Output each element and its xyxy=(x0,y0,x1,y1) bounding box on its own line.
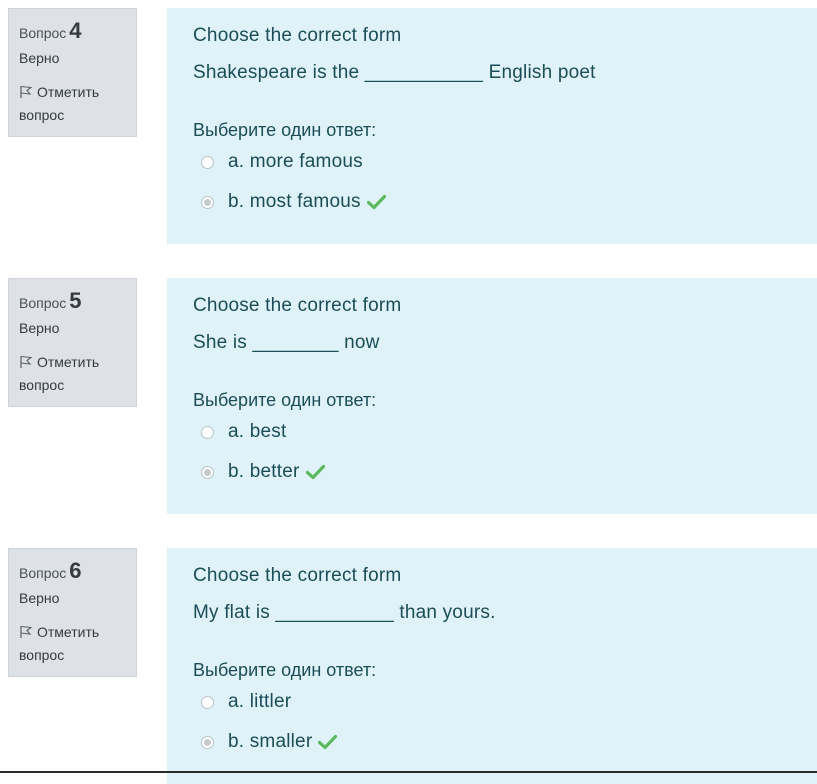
question-number: 5 xyxy=(69,288,82,313)
answer-option-a[interactable]: a. littler xyxy=(201,689,291,715)
answer-radio-a[interactable] xyxy=(201,695,214,709)
answer-radio-b[interactable] xyxy=(201,465,214,479)
answer-label-a[interactable]: a. littler xyxy=(228,691,291,713)
question-info: Вопрос 4 Верно Отметить вопрос xyxy=(8,8,137,137)
question-state: Верно xyxy=(19,590,60,606)
answer-radio-a[interactable] xyxy=(201,155,214,169)
answer-label-b[interactable]: b. most famous xyxy=(228,191,361,213)
answer-option-a[interactable]: a. more famous xyxy=(201,149,363,175)
question-title: Choose the correct form xyxy=(193,295,402,316)
question-info: Вопрос 5 Верно Отметить вопрос xyxy=(8,278,137,407)
answer-option-b[interactable]: b. better xyxy=(201,459,325,485)
question-text: My flat is ___________ than yours. xyxy=(193,602,496,623)
answer-label-a[interactable]: a. more famous xyxy=(228,151,363,173)
answer-radio-b[interactable] xyxy=(201,735,214,749)
flag-icon xyxy=(20,85,33,98)
flag-icon xyxy=(20,625,33,638)
question-title: Choose the correct form xyxy=(193,25,402,46)
question-number: 6 xyxy=(69,558,82,583)
flag-question-button[interactable]: Отметить вопрос xyxy=(19,81,119,127)
question-block: Вопрос 5 Верно Отметить вопрос Choose the… xyxy=(8,278,817,514)
question-label: Вопрос xyxy=(19,565,67,581)
answer-option-a[interactable]: a. best xyxy=(201,419,286,445)
question-number-line: Вопрос 4 xyxy=(19,17,126,45)
check-icon xyxy=(318,734,338,750)
flag-icon xyxy=(20,355,33,368)
question-block: Вопрос 4 Верно Отметить вопрос Choose the… xyxy=(8,8,817,244)
check-icon xyxy=(305,464,325,480)
answer-prompt: Выберите один ответ: xyxy=(193,660,377,680)
answer-prompt: Выберите один ответ: xyxy=(193,390,377,410)
answer-radio-b[interactable] xyxy=(201,195,214,209)
question-state: Верно xyxy=(19,320,60,336)
question-content: Choose the correct form She is ________ … xyxy=(167,278,817,514)
flag-question-button[interactable]: Отметить вопрос xyxy=(19,351,119,397)
question-number-line: Вопрос 6 xyxy=(19,557,126,585)
question-content: Choose the correct form My flat is _____… xyxy=(167,548,817,784)
question-content: Choose the correct form Shakespeare is t… xyxy=(167,8,817,244)
question-info: Вопрос 6 Верно Отметить вопрос xyxy=(8,548,137,677)
answer-label-b[interactable]: b. smaller xyxy=(228,731,312,753)
question-number: 4 xyxy=(69,18,82,43)
answer-radio-a[interactable] xyxy=(201,425,214,439)
check-icon xyxy=(366,194,386,210)
question-state: Верно xyxy=(19,50,60,66)
question-number-line: Вопрос 5 xyxy=(19,287,126,315)
question-title: Choose the correct form xyxy=(193,565,402,586)
question-block: Вопрос 6 Верно Отметить вопрос Choose the… xyxy=(8,548,817,784)
question-label: Вопрос xyxy=(19,295,67,311)
question-text: Shakespeare is the ___________ English p… xyxy=(193,62,596,83)
answer-label-b[interactable]: b. better xyxy=(228,461,300,483)
flag-question-button[interactable]: Отметить вопрос xyxy=(19,621,119,667)
answer-label-a[interactable]: a. best xyxy=(228,421,286,443)
answer-option-b[interactable]: b. most famous xyxy=(201,189,386,215)
answer-prompt: Выберите один ответ: xyxy=(193,120,377,140)
question-label: Вопрос xyxy=(19,25,67,41)
question-text: She is ________ now xyxy=(193,332,380,353)
answer-option-b[interactable]: b. smaller xyxy=(201,729,338,755)
